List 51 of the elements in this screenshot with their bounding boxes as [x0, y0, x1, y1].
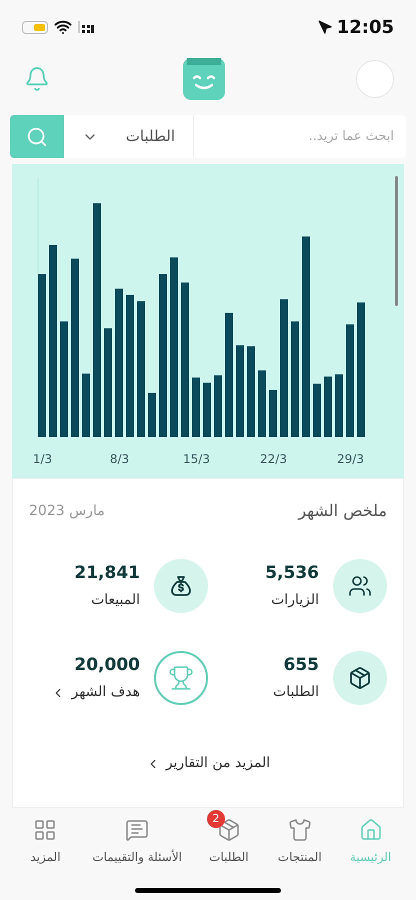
tab-bar-item[interactable]: الأسئلة والتقييمات [88, 810, 186, 866]
stat-label: الزيارات [271, 591, 319, 610]
summary-period: مارس 2023 [29, 502, 105, 520]
box-icon [348, 666, 372, 690]
smiling-box-logo [183, 58, 225, 100]
axis-label: 29/3 [337, 451, 364, 468]
stat-value: 5,536 [265, 562, 319, 585]
bar [192, 378, 200, 437]
summary-title: ملخص الشهر [298, 500, 387, 522]
axis-label: 1/3 [32, 451, 52, 468]
bar [82, 374, 90, 437]
box-icon [216, 818, 241, 842]
search-button[interactable] [10, 115, 64, 158]
home-icon [358, 818, 383, 842]
bar [148, 392, 156, 437]
axis-label: 15/3 [183, 451, 210, 468]
bar [335, 374, 343, 437]
grid-icon [33, 818, 58, 842]
bar [214, 375, 222, 437]
bar [203, 382, 211, 437]
clock-time: 12:05 [336, 16, 394, 40]
stat-value: 20,000 [73, 654, 140, 677]
stat-label: هدف الشهر [71, 683, 140, 702]
money-bag-icon [169, 574, 193, 598]
stat-label: الطلبات [273, 683, 319, 702]
stat-label: المبيعات [91, 591, 140, 610]
search-field[interactable]: ابحث عما تريد.. [194, 115, 406, 158]
wifi-icon [54, 18, 72, 36]
stat-value: 21,841 [74, 562, 140, 585]
avatar[interactable] [356, 60, 394, 98]
stat-value: 655 [282, 654, 319, 677]
bar [313, 384, 321, 437]
trophy-icon [168, 665, 194, 691]
badge: 2 [206, 810, 225, 828]
search-bar[interactable]: الطلبات ابحث عما تريد.. [10, 115, 406, 158]
bar [324, 376, 332, 437]
tab-bar-item[interactable]: المنتجات [272, 810, 328, 866]
more-reports-link[interactable]: المزيد من التقارير [146, 753, 270, 774]
tab-bar-item[interactable]: المزيد [17, 810, 74, 866]
bar [258, 370, 266, 437]
search-scope-dropdown[interactable]: الطلبات [64, 115, 194, 158]
message-icon [125, 818, 150, 842]
location-icon [318, 20, 333, 34]
axis-label: 8/3 [110, 451, 130, 468]
axis-label: 22/3 [260, 451, 287, 468]
search-icon [26, 126, 48, 148]
battery-icon [22, 20, 48, 34]
signal-icon [78, 21, 94, 33]
users-icon [348, 574, 372, 598]
bar [269, 390, 277, 437]
shirt-icon [288, 818, 312, 842]
